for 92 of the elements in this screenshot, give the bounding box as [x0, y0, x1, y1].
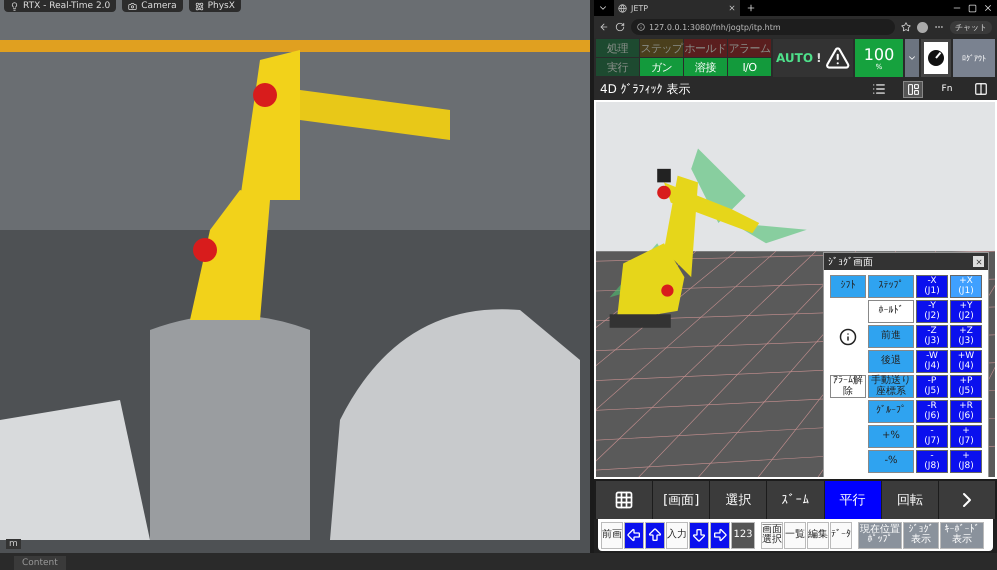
viewport-toolbar-button[interactable]: Camera	[122, 0, 183, 12]
axis-jog-button[interactable]: + (J7)	[950, 425, 982, 448]
jog-key[interactable]: -%	[868, 450, 914, 473]
key-button[interactable]: 123	[731, 522, 755, 548]
info-icon	[839, 328, 857, 346]
unit-label: m	[6, 539, 21, 549]
axis-jog-button[interactable]: +Y (J2)	[950, 300, 982, 323]
axis-jog-button[interactable]: -R (J6)	[916, 400, 948, 423]
key-button[interactable]: 入力	[666, 522, 688, 548]
fn-button[interactable]: Fn	[937, 80, 957, 98]
axis-jog-button[interactable]: -Z (J3)	[916, 325, 948, 348]
status-indicator: ステップ	[640, 39, 683, 57]
jog-key[interactable]: ﾎｰﾙﾄﾞ	[868, 300, 914, 323]
chat-button[interactable]: チャット	[950, 20, 992, 34]
menu-button[interactable]: ｽﾞｰﾑ	[767, 481, 824, 519]
viewport-toolbar-button[interactable]: PhysX	[188, 0, 241, 12]
right-arrow-icon	[712, 527, 728, 543]
reload-icon	[615, 22, 625, 32]
status-indicator: ガン	[640, 58, 683, 76]
content-tab[interactable]: Content	[14, 556, 66, 570]
alert-mark: !	[816, 51, 822, 65]
jog-key[interactable]: 前進	[868, 325, 914, 348]
info-icon	[637, 23, 645, 31]
arrow-key-button[interactable]	[624, 522, 644, 548]
panel-layout-icon	[906, 82, 920, 96]
arrow-key-button[interactable]	[710, 522, 730, 548]
jog-key[interactable]: ｽﾃｯﾌﾟ	[868, 275, 914, 298]
mode-label: AUTO	[776, 51, 814, 65]
axis-jog-button[interactable]: +W (J4)	[950, 350, 982, 373]
key-button[interactable]: 一覧	[784, 522, 806, 548]
down-arrow-icon	[691, 527, 707, 543]
back-icon	[599, 22, 609, 32]
arrow-key-button[interactable]	[645, 522, 665, 548]
maximize-icon	[968, 4, 977, 12]
close-icon	[728, 4, 736, 12]
lightbulb-icon	[10, 2, 19, 10]
menu-button[interactable]: 平行	[824, 481, 881, 519]
status-indicator: ホールド	[684, 39, 727, 57]
axis-jog-button[interactable]: + (J8)	[950, 450, 982, 473]
status-indicator: 溶接	[684, 58, 727, 76]
axis-jog-button[interactable]: -P (J5)	[916, 375, 948, 398]
left-arrow-icon	[626, 527, 642, 543]
grid-icon	[614, 490, 634, 510]
jog-key[interactable]: ｼﾌﾄ	[830, 275, 866, 298]
status-indicator: アラーム	[728, 39, 771, 57]
axis-jog-button[interactable]: - (J8)	[916, 450, 948, 473]
status-indicator: I/O	[728, 58, 771, 76]
panel-title: ｼﾞｮｸﾞ画面	[828, 256, 873, 268]
jog-key[interactable]: 後退	[868, 350, 914, 373]
axis-jog-button[interactable]: +Z (J3)	[950, 325, 982, 348]
axis-jog-button[interactable]: +P (J5)	[950, 375, 982, 398]
columns-icon	[974, 82, 988, 96]
axis-jog-button[interactable]: -W (J4)	[916, 350, 948, 373]
close-button[interactable]	[973, 256, 984, 267]
warning-icon	[824, 45, 850, 71]
viewport-toolbar-button[interactable]: RTX - Real-Time 2.0	[4, 0, 116, 12]
status-indicator: 実行	[596, 58, 639, 76]
atom-icon	[194, 2, 204, 10]
arrow-key-button[interactable]	[689, 522, 709, 548]
logout-button[interactable]: ﾛｸﾞｱｳﾄ	[953, 39, 995, 77]
address-field[interactable]: 127.0.0.1:3080/fnh/jogtp/itp.htm	[631, 19, 895, 35]
jog-key[interactable]: +%	[868, 425, 914, 448]
globe-icon	[618, 4, 627, 12]
status-indicator: 処理	[596, 39, 639, 57]
axis-jog-button[interactable]: -Y (J2)	[916, 300, 948, 323]
key-button[interactable]: ﾃﾞｰﾀ	[830, 522, 852, 548]
close-icon	[974, 258, 982, 266]
jog-key[interactable]: ｸﾞﾙｰﾌﾟ	[868, 400, 914, 423]
key-switch-icon	[927, 49, 945, 67]
close-icon	[983, 3, 993, 13]
plus-icon	[746, 3, 756, 13]
axis-jog-button[interactable]: +R (J6)	[950, 400, 982, 423]
axis-jog-button[interactable]: -X (J1)	[916, 275, 948, 298]
menu-button[interactable]: 選択	[710, 481, 766, 519]
key-button[interactable]: 編集	[807, 522, 829, 548]
view-tool-button[interactable]	[903, 80, 923, 98]
menu-button[interactable]: 回転	[882, 481, 938, 519]
camera-icon	[128, 2, 138, 10]
menu-button[interactable]: [画面]	[653, 481, 710, 519]
key-button[interactable]: 前画	[601, 522, 623, 548]
axis-jog-button[interactable]: - (J7)	[916, 425, 948, 448]
jog-key[interactable]: ｱﾗｰﾑ解除	[830, 375, 866, 398]
up-arrow-icon	[647, 527, 663, 543]
list-icon	[872, 82, 886, 96]
key-button[interactable]: 画面選択	[761, 522, 783, 548]
menu-grid-button[interactable]	[596, 481, 652, 519]
screen-title: 4D ｸﾞﾗﾌｨｯｸ 表示	[600, 80, 692, 98]
browser-tab[interactable]: JETP	[614, 0, 740, 16]
avatar[interactable]	[917, 22, 928, 32]
jog-key[interactable]: 手動送り座標系	[868, 375, 914, 398]
next-button[interactable]	[938, 481, 995, 519]
star-icon	[901, 22, 911, 32]
